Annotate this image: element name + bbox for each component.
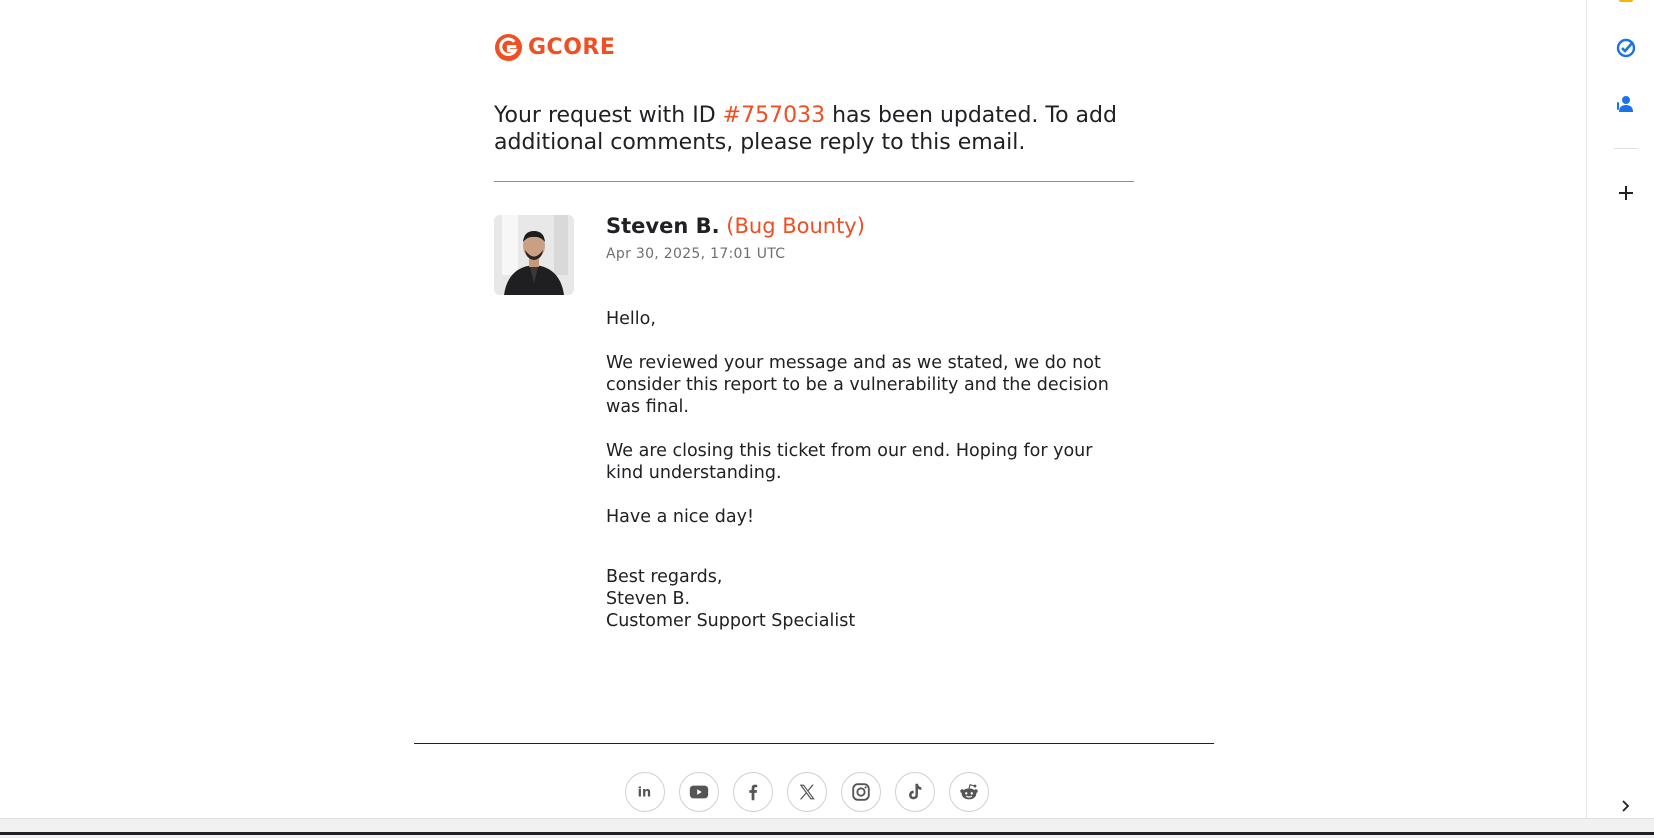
avatar (494, 215, 574, 295)
signature: Best regards, Steven B. Customer Support… (606, 566, 855, 632)
closing-line: Have a nice day! (606, 507, 754, 527)
intro-text: Your request with ID #757033 has been up… (494, 102, 1134, 156)
add-icon[interactable] (1614, 181, 1638, 205)
instagram-icon[interactable] (841, 772, 881, 812)
tiktok-icon[interactable] (895, 772, 935, 812)
intro-prefix: Your request with ID (494, 103, 723, 128)
message-date: Apr 30, 2025, 17:01 UTC (606, 246, 786, 262)
linkedin-icon[interactable]: in (625, 772, 665, 812)
bottom-border (0, 832, 1654, 835)
signature-line: Customer Support Specialist (606, 611, 856, 631)
social-links: in (625, 772, 1003, 812)
email-body: GCORE Your request with ID #757033 has b… (0, 0, 1586, 818)
message-author: Steven B. (Bug Bounty) (606, 214, 865, 238)
message-paragraph: We reviewed your message and as we state… (606, 353, 1109, 417)
tasks-icon[interactable] (1614, 36, 1638, 60)
reddit-icon[interactable] (949, 772, 989, 812)
ticket-id[interactable]: #757033 (723, 103, 825, 128)
logo-text: GCORE (528, 35, 616, 60)
svg-text:in: in (638, 786, 652, 801)
message-body: Hello, We reviewed your message and as w… (606, 308, 1126, 550)
author-name: Steven B. (606, 214, 720, 238)
author-role: (Bug Bounty) (726, 214, 865, 238)
footer-divider (414, 743, 1214, 744)
x-icon[interactable] (787, 772, 827, 812)
divider (494, 181, 1134, 182)
signature-line: Best regards, (606, 567, 723, 587)
bottom-bar (0, 818, 1654, 838)
message-paragraph: We are closing this ticket from our end.… (606, 441, 1093, 483)
side-panel (1586, 0, 1654, 818)
keep-icon[interactable] (1614, 0, 1638, 12)
youtube-icon[interactable] (679, 772, 719, 812)
greeting: Hello, (606, 309, 656, 329)
contacts-icon[interactable] (1614, 92, 1638, 116)
avatar-image (494, 215, 574, 295)
gcore-logo[interactable]: GCORE (494, 31, 615, 64)
expand-icon[interactable] (1614, 794, 1638, 818)
facebook-icon[interactable] (733, 772, 773, 812)
side-divider (1614, 148, 1638, 149)
signature-line: Steven B. (606, 589, 691, 609)
gcore-logo-icon (494, 33, 523, 62)
